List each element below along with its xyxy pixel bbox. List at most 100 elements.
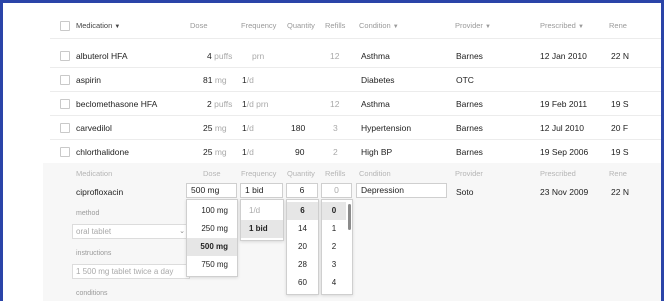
frequency-unit: /d: [246, 147, 254, 157]
method-select[interactable]: oral tablet ⌄: [72, 224, 190, 239]
column-header-provider[interactable]: Provider ▼: [455, 21, 491, 30]
frequency-value: 1/d: [242, 147, 254, 157]
refills-value: 12: [330, 51, 340, 61]
dose-option[interactable]: 250 mg: [187, 220, 237, 238]
dose-number: 81: [203, 75, 213, 85]
column-header-condition[interactable]: Condition ▼: [359, 21, 399, 30]
refill-option-selected[interactable]: 0: [322, 202, 346, 220]
refill-option[interactable]: 2: [322, 238, 346, 256]
dose-value: 2 puffs: [207, 99, 232, 109]
divider: [50, 139, 661, 140]
dose-unit: puffs: [214, 99, 233, 109]
medication-name[interactable]: aspirin: [76, 75, 101, 85]
row-checkbox[interactable]: [60, 123, 70, 133]
dose-select[interactable]: 500 mg: [186, 183, 237, 198]
frequency-value: 1/d: [242, 75, 254, 85]
quantity-option[interactable]: 60: [287, 274, 318, 292]
dose-dropdown: 100 mg 250 mg 500 mg 750 mg: [186, 199, 238, 277]
frequency-value: 1/d: [242, 123, 254, 133]
provider-value: Barnes: [456, 123, 483, 133]
option-label: 250 mg: [201, 224, 228, 233]
row-checkbox[interactable]: [60, 75, 70, 85]
quantity-option[interactable]: 20: [287, 238, 318, 256]
column-label: Provider: [455, 21, 483, 30]
renewed-date: 19 S: [611, 99, 629, 109]
quantity-option-selected[interactable]: 6: [287, 202, 318, 220]
medication-name[interactable]: chlorthalidone: [76, 147, 129, 157]
column-header-frequency[interactable]: Frequency: [241, 21, 276, 30]
instructions-input[interactable]: 1 500 mg tablet twice a day: [72, 264, 190, 279]
edit-label-medication: Medication: [76, 169, 113, 178]
quantity-value: 90: [295, 147, 305, 157]
dose-number: 2: [207, 99, 212, 109]
frequency-option[interactable]: 1/d: [241, 202, 283, 220]
column-label: Condition: [359, 21, 391, 30]
medication-name[interactable]: albuterol HFA: [76, 51, 128, 61]
edit-medication-name[interactable]: ciprofloxacin: [76, 187, 123, 197]
frequency-option-selected[interactable]: 1 bid: [241, 220, 283, 238]
dose-number: 25: [203, 123, 213, 133]
option-label: 750 mg: [201, 260, 228, 269]
divider: [50, 91, 661, 92]
medication-name[interactable]: beclomethasone HFA: [76, 99, 157, 109]
provider-value: Barnes: [456, 99, 483, 109]
column-header-dose[interactable]: Dose: [190, 21, 208, 30]
prescribed-date: 19 Sep 2006: [540, 147, 589, 157]
refills-select[interactable]: 0: [321, 183, 352, 198]
dose-option[interactable]: 750 mg: [187, 256, 237, 274]
conditions-label: conditions: [76, 290, 108, 297]
condition-value: Diabetes: [361, 75, 395, 85]
edit-prescribed-date[interactable]: 23 Nov 2009: [540, 187, 588, 197]
refills-value: 12: [330, 99, 340, 109]
row-checkbox[interactable]: [60, 99, 70, 109]
edit-label-refills: Refills: [325, 169, 346, 178]
select-all-checkbox[interactable]: [60, 21, 70, 31]
edit-renewed-date[interactable]: 22 N: [611, 187, 629, 197]
quantity-option[interactable]: 28: [287, 256, 318, 274]
column-label: Prescribed: [540, 21, 576, 30]
column-label: Medication: [76, 21, 113, 30]
column-header-renewed[interactable]: Rene: [609, 21, 627, 30]
instructions-label: instructions: [76, 250, 112, 257]
divider: [50, 67, 661, 68]
divider: [50, 38, 661, 39]
medication-name[interactable]: carvedilol: [76, 123, 112, 133]
dose-option-selected[interactable]: 500 mg: [187, 238, 237, 256]
column-header-quantity[interactable]: Quantity: [287, 21, 315, 30]
refills-value: 2: [333, 147, 338, 157]
provider-value: Barnes: [456, 147, 483, 157]
dropdown-scrollbar[interactable]: [348, 204, 351, 230]
column-header-prescribed[interactable]: Prescribed ▼: [540, 21, 584, 30]
row-checkbox[interactable]: [60, 51, 70, 61]
sort-arrow-icon: ▼: [114, 24, 121, 30]
edit-provider-value[interactable]: Soto: [456, 187, 474, 197]
dose-value: 25 mg: [203, 147, 227, 157]
chevron-down-icon: ⌄: [179, 228, 185, 235]
refill-option[interactable]: 4: [322, 274, 346, 292]
column-header-medication[interactable]: Medication ▼: [76, 21, 120, 30]
provider-value: OTC: [456, 75, 474, 85]
frequency-unit: /d: [246, 75, 254, 85]
condition-input[interactable]: Depression: [356, 183, 447, 198]
prescribed-date: 19 Feb 2011: [540, 99, 588, 109]
quantity-option[interactable]: 14: [287, 220, 318, 238]
quantity-select[interactable]: 6: [286, 183, 318, 198]
dose-unit: puffs: [214, 51, 233, 61]
sort-arrow-icon: ▼: [577, 24, 584, 30]
quantity-dropdown: 6 14 20 28 60: [286, 199, 319, 295]
frequency-unit: /d prn: [246, 99, 269, 109]
dose-number: 4: [207, 51, 212, 61]
row-checkbox[interactable]: [60, 147, 70, 157]
frequency-select[interactable]: 1 bid: [240, 183, 283, 198]
refill-option[interactable]: 1: [322, 220, 346, 238]
dose-value: 25 mg: [203, 123, 227, 133]
dose-option[interactable]: 100 mg: [187, 202, 237, 220]
divider: [50, 115, 661, 116]
condition-value: Asthma: [361, 99, 390, 109]
frequency-value: 1/d prn: [242, 99, 268, 109]
refill-option[interactable]: 3: [322, 256, 346, 274]
condition-value: High BP: [361, 147, 393, 157]
dose-value: 81 mg: [203, 75, 227, 85]
column-header-refills[interactable]: Refills: [325, 21, 345, 30]
edit-label-quantity: Quantity: [287, 169, 315, 178]
